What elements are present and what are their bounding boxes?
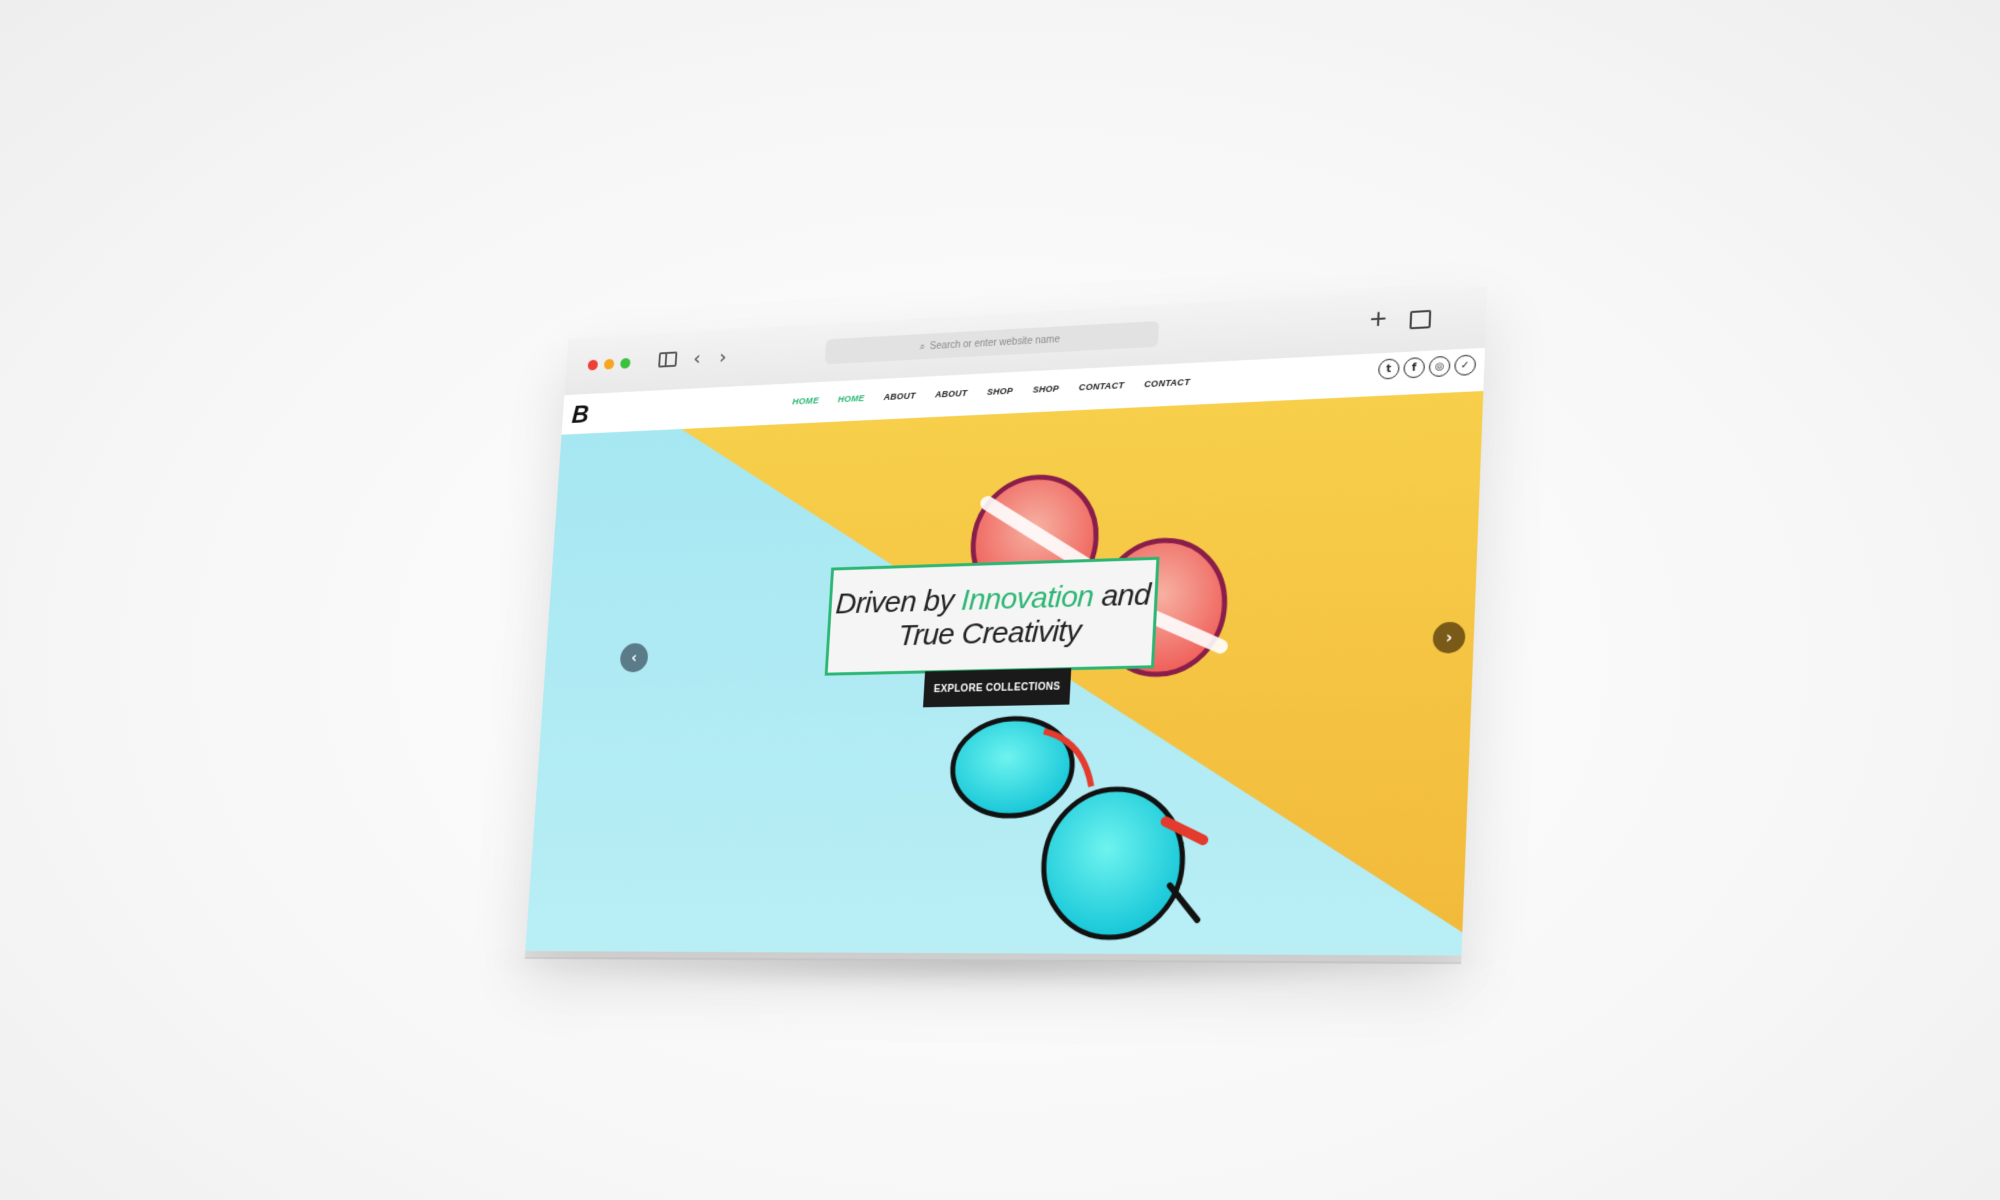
instagram-icon[interactable]: ◎ [1428, 355, 1451, 378]
menu-item-home[interactable]: HOME [792, 395, 819, 406]
twitter-icon[interactable]: ✓ [1454, 354, 1477, 376]
main-menu: HOME HOME ABOUT ABOUT SHOP SHOP CONTACT … [792, 377, 1190, 407]
social-links: t f ◎ ✓ [1377, 354, 1477, 380]
menu-item-contact[interactable]: CONTACT [1079, 380, 1125, 392]
headline-text-end: and [1092, 578, 1152, 614]
headline-text-start: Driven by [834, 584, 963, 621]
menu-item-contact[interactable]: CONTACT [1144, 377, 1190, 389]
sidebar-toggle-icon[interactable] [658, 351, 678, 368]
minimize-window-button[interactable] [603, 358, 615, 370]
headline-accent-word: Innovation [960, 579, 1095, 617]
tumblr-icon[interactable]: t [1377, 358, 1400, 380]
hero-headline-box: Driven by Innovation and True Creativity [824, 556, 1160, 676]
close-window-button[interactable] [587, 359, 599, 371]
hero-slider: ‹ › Driven by Innovation and True Creati… [525, 390, 1484, 956]
headline-line-two: True Creativity [897, 614, 1082, 653]
menu-item-about[interactable]: ABOUT [935, 388, 968, 399]
search-icon: ⌕ [919, 341, 926, 353]
explore-collections-button[interactable]: EXPLORE COLLECTIONS [923, 668, 1072, 708]
site-logo[interactable]: B [571, 399, 590, 429]
facebook-icon[interactable]: f [1403, 357, 1426, 379]
menu-item-shop[interactable]: SHOP [1032, 383, 1059, 394]
back-arrow-icon[interactable]: ‹ [693, 346, 702, 369]
browser-window: ‹ › ⌕ Search or enter website name + B H… [525, 286, 1488, 956]
address-placeholder: Search or enter website name [929, 333, 1061, 352]
new-tab-icon[interactable]: + [1369, 302, 1387, 335]
menu-item-home[interactable]: HOME [838, 393, 865, 404]
hero-headline: Driven by Innovation and True Creativity [833, 578, 1152, 655]
teal-sunglasses-image [932, 707, 1238, 955]
tab-overview-icon[interactable] [1409, 309, 1432, 330]
maximize-window-button[interactable] [620, 357, 631, 369]
address-bar[interactable]: ⌕ Search or enter website name [824, 320, 1160, 365]
menu-item-about[interactable]: ABOUT [883, 391, 916, 402]
menu-item-shop[interactable]: SHOP [987, 386, 1014, 397]
forward-arrow-icon[interactable]: › [718, 345, 727, 368]
